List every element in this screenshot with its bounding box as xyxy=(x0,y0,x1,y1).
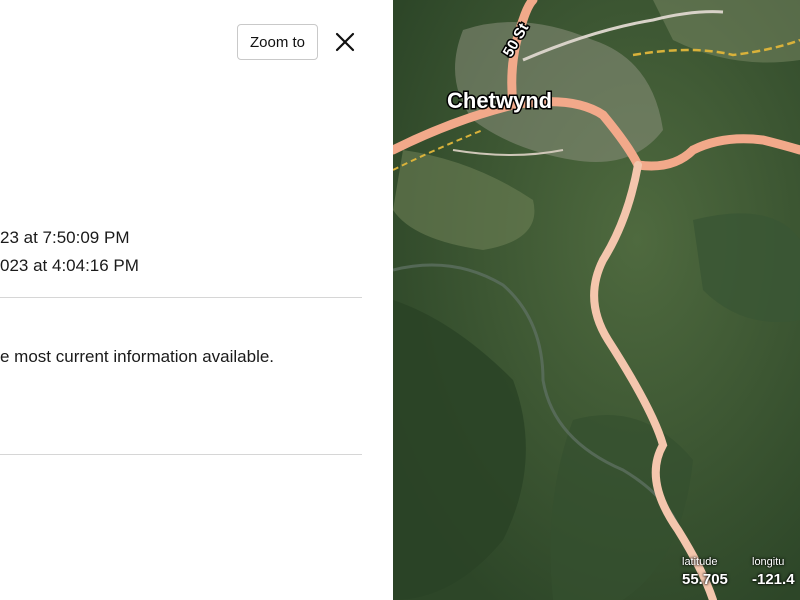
divider xyxy=(0,297,362,298)
zoom-to-button[interactable]: Zoom to xyxy=(237,24,318,60)
date-line-2: 023 at 4:04:16 PM xyxy=(0,256,139,275)
info-panel: Zoom to 23 at 7:50:09 PM 023 at 4:04:16 … xyxy=(0,0,393,600)
longitude-label: longitu xyxy=(752,556,785,568)
coordinate-readout: latitude 55.705 longitu -121.4 xyxy=(682,556,800,600)
divider xyxy=(0,454,362,455)
latitude-label: latitude xyxy=(682,556,718,568)
longitude-value: -121.4 xyxy=(752,571,795,588)
latitude-value: 55.705 xyxy=(682,571,728,588)
date-line-1: 23 at 7:50:09 PM xyxy=(0,228,130,247)
satellite-map: Chetwynd 50 St xyxy=(393,0,800,600)
map-place-label: Chetwynd xyxy=(447,88,552,113)
map-view[interactable]: Chetwynd 50 St xyxy=(393,0,800,600)
close-icon xyxy=(335,32,355,52)
close-button[interactable] xyxy=(332,29,358,55)
info-note: e most current information available. xyxy=(0,347,275,366)
